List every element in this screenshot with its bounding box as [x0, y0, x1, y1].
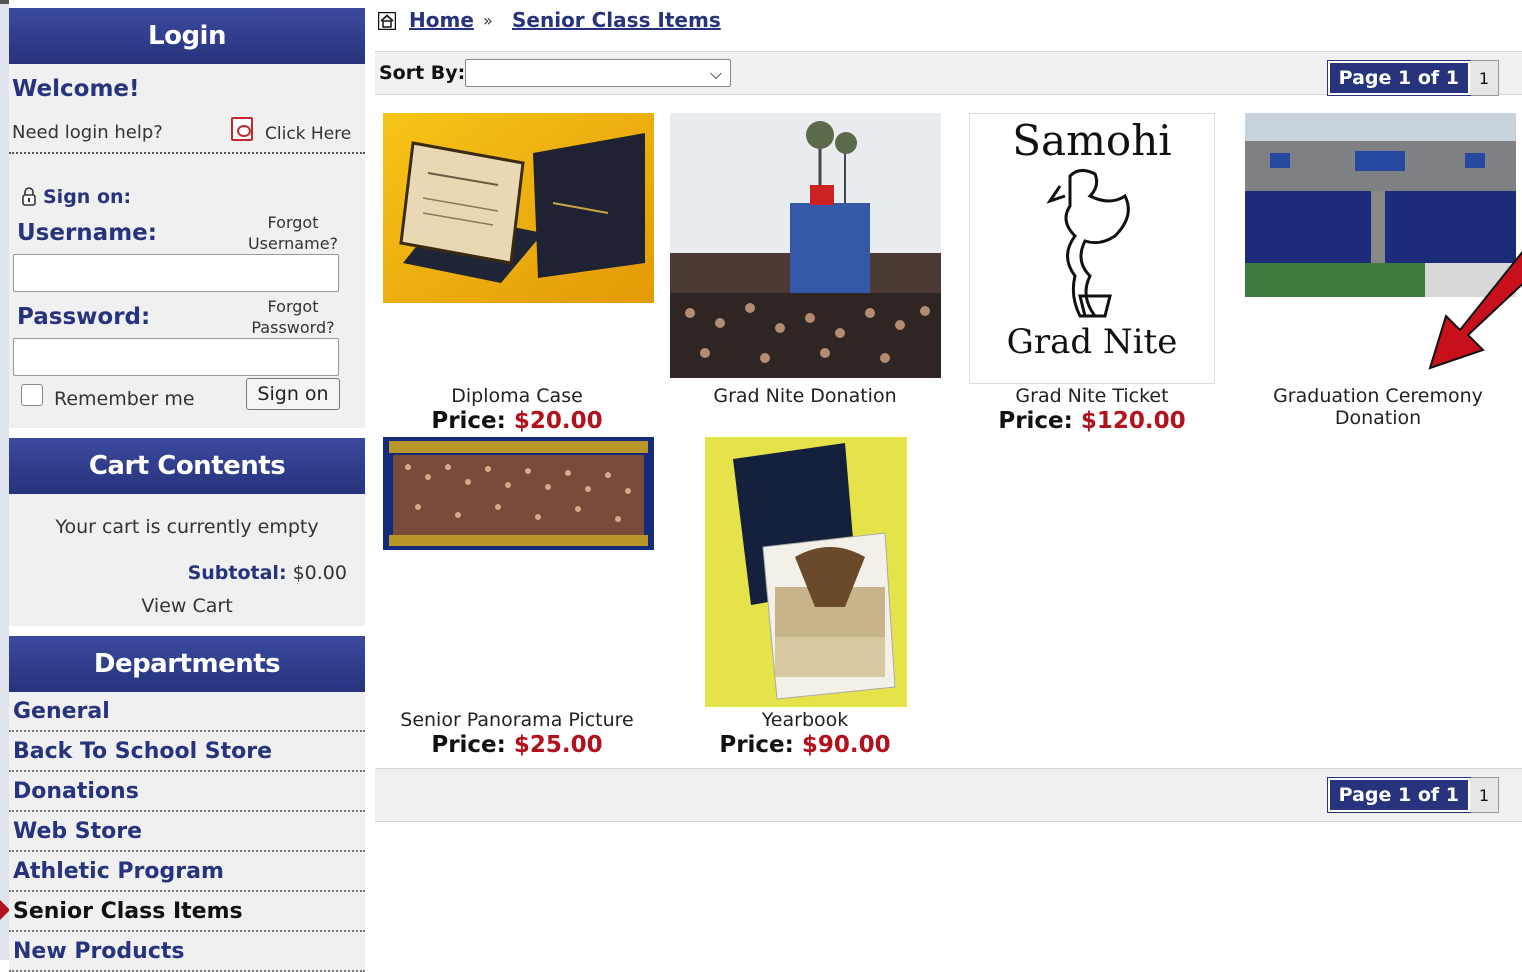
breadcrumb-home-link[interactable]: Home [409, 8, 474, 32]
logo-text-top: Samohi [1012, 116, 1172, 165]
departments-panel-title: Departments [9, 636, 365, 692]
pelican-logo-icon [1046, 169, 1130, 318]
logo-text-bottom: Grad Nite [1006, 322, 1178, 362]
product-name-senior-panorama-picture[interactable]: Senior Panorama Picture [367, 709, 667, 731]
cart-panel: Your cart is currently empty Subtotal: $… [9, 494, 365, 626]
price-label: Price: [998, 408, 1073, 434]
welcome-text: Welcome! [12, 76, 140, 102]
product-image-grad-nite-ticket[interactable]: Samohi Grad Nite [969, 113, 1215, 384]
username-label: Username: [17, 220, 157, 246]
login-panel-title: Login [9, 8, 365, 64]
cart-panel-title: Cart Contents [9, 438, 365, 494]
divider [9, 152, 365, 154]
departments-list: General Back To School Store Donations W… [9, 692, 365, 972]
breadcrumb-separator: » [483, 11, 493, 30]
pager-page-1[interactable]: 1 [1470, 778, 1498, 812]
login-panel: Welcome! Need login help? Click Here Sig… [9, 64, 365, 428]
product-image-diploma-case[interactable] [383, 113, 654, 303]
password-input[interactable] [13, 338, 339, 376]
left-edge-stripe [0, 0, 9, 960]
department-item-general[interactable]: General [9, 692, 365, 732]
department-item-web-store[interactable]: Web Store [9, 812, 365, 852]
department-item-new-products[interactable]: New Products [9, 932, 365, 972]
product-name-yearbook[interactable]: Yearbook [655, 709, 955, 731]
product-name-diploma-case[interactable]: Diploma Case [367, 385, 667, 407]
price-value: $20.00 [513, 408, 603, 434]
product-price-yearbook: Price: $90.00 [655, 732, 955, 758]
sign-on-button[interactable]: Sign on [246, 378, 340, 410]
view-cart-link[interactable]: View Cart [9, 595, 365, 617]
remember-me-checkbox[interactable] [21, 384, 43, 406]
main-content: Home » Senior Class Items Sort By: ⌵ Pag… [375, 0, 1522, 960]
breadcrumb-current-link[interactable]: Senior Class Items [512, 8, 721, 32]
login-help-link[interactable]: Click Here [265, 124, 351, 144]
username-input[interactable] [13, 254, 339, 292]
sort-toolbar: Sort By: ⌵ Page 1 of 1 1 [375, 51, 1522, 96]
chevron-down-icon: ⌵ [709, 64, 722, 83]
price-value: $90.00 [801, 732, 891, 758]
product-price-diploma-case: Price: $20.00 [367, 408, 667, 434]
remember-me-label: Remember me [54, 388, 195, 410]
sign-on-title: Sign on: [43, 186, 132, 208]
department-item-back-to-school-store[interactable]: Back To School Store [9, 732, 365, 772]
price-label: Price: [431, 408, 506, 434]
sort-by-select[interactable]: ⌵ [465, 59, 731, 87]
price-label: Price: [719, 732, 794, 758]
product-name-graduation-ceremony-donation[interactable]: Graduation Ceremony Donation [1228, 385, 1522, 429]
subtotal-label: Subtotal: [187, 562, 287, 584]
product-name-grad-nite-ticket[interactable]: Grad Nite Ticket [942, 385, 1242, 407]
product-image-grad-nite-donation[interactable] [670, 113, 941, 378]
subtotal-value: $0.00 [292, 562, 347, 584]
lock-icon [22, 187, 36, 206]
sidebar: Login Welcome! Need login help? Click He… [9, 8, 365, 972]
password-label: Password: [17, 304, 151, 330]
edge-marker [0, 0, 9, 4]
home-icon[interactable] [378, 12, 396, 30]
annotation-arrow-icon [1428, 250, 1522, 370]
cart-subtotal: Subtotal: $0.00 [188, 562, 347, 584]
login-help-text: Need login help? [12, 122, 163, 143]
department-item-senior-class-items[interactable]: Senior Class Items [9, 892, 365, 932]
product-image-senior-panorama-picture[interactable] [383, 437, 654, 550]
product-price-senior-panorama-picture: Price: $25.00 [367, 732, 667, 758]
pager-bottom: Page 1 of 1 1 [1326, 777, 1499, 813]
pager-label: Page 1 of 1 [1326, 777, 1472, 813]
forgot-password-link[interactable]: Forgot Password? [243, 296, 343, 338]
product-name-grad-nite-donation[interactable]: Grad Nite Donation [655, 385, 955, 407]
pdf-icon[interactable] [231, 117, 253, 141]
product-image-yearbook[interactable] [705, 437, 907, 707]
pager-toolbar-bottom: Page 1 of 1 1 [375, 768, 1522, 822]
pager-label: Page 1 of 1 [1326, 60, 1472, 96]
pager-page-1[interactable]: 1 [1470, 61, 1498, 95]
price-value: $120.00 [1080, 408, 1186, 434]
forgot-username-link[interactable]: Forgot Username? [243, 212, 343, 254]
price-label: Price: [431, 732, 506, 758]
pager-top: Page 1 of 1 1 [1326, 60, 1499, 96]
price-value: $25.00 [513, 732, 603, 758]
product-price-grad-nite-ticket: Price: $120.00 [942, 408, 1242, 434]
sort-by-label: Sort By: [379, 62, 466, 84]
department-item-donations[interactable]: Donations [9, 772, 365, 812]
department-item-athletic-program[interactable]: Athletic Program [9, 852, 365, 892]
cart-empty-text: Your cart is currently empty [55, 516, 319, 538]
